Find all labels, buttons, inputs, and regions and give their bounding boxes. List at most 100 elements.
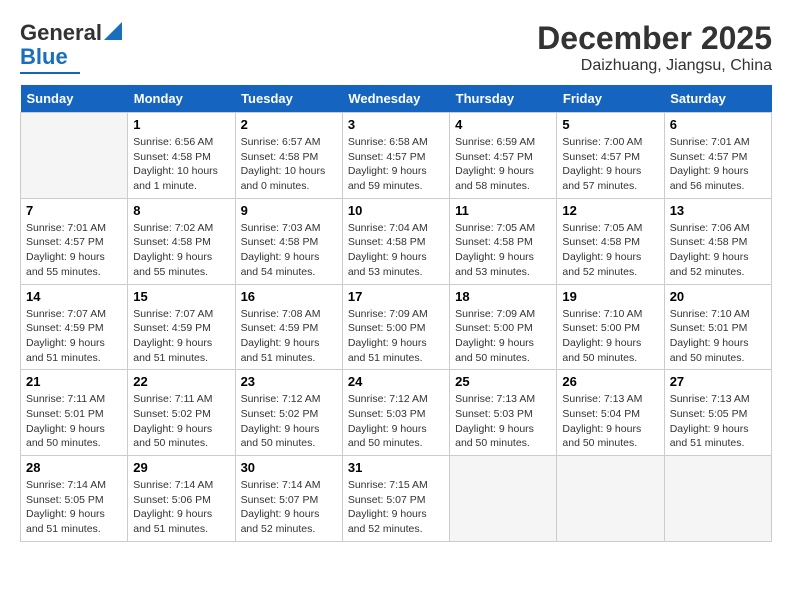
day-info: Sunrise: 7:10 AMSunset: 5:01 PMDaylight:… xyxy=(670,307,766,366)
day-info: Sunrise: 7:00 AMSunset: 4:57 PMDaylight:… xyxy=(562,135,658,194)
day-number: 29 xyxy=(133,460,229,475)
calendar-cell: 26 Sunrise: 7:13 AMSunset: 5:04 PMDayligh… xyxy=(557,370,664,456)
calendar-header-row: SundayMondayTuesdayWednesdayThursdayFrid… xyxy=(21,85,772,113)
day-number: 15 xyxy=(133,289,229,304)
day-info: Sunrise: 7:14 AMSunset: 5:07 PMDaylight:… xyxy=(241,478,337,537)
day-info: Sunrise: 6:56 AMSunset: 4:58 PMDaylight:… xyxy=(133,135,229,194)
day-info: Sunrise: 7:05 AMSunset: 4:58 PMDaylight:… xyxy=(455,221,551,280)
day-info: Sunrise: 7:06 AMSunset: 4:58 PMDaylight:… xyxy=(670,221,766,280)
logo: General Blue xyxy=(20,20,122,74)
calendar-cell: 19 Sunrise: 7:10 AMSunset: 5:00 PMDayligh… xyxy=(557,284,664,370)
calendar-cell: 20 Sunrise: 7:10 AMSunset: 5:01 PMDayligh… xyxy=(664,284,771,370)
calendar-cell: 7 Sunrise: 7:01 AMSunset: 4:57 PMDaylight… xyxy=(21,198,128,284)
calendar-cell: 4 Sunrise: 6:59 AMSunset: 4:57 PMDaylight… xyxy=(450,113,557,199)
header-saturday: Saturday xyxy=(664,85,771,113)
day-info: Sunrise: 7:07 AMSunset: 4:59 PMDaylight:… xyxy=(133,307,229,366)
day-number: 11 xyxy=(455,203,551,218)
day-info: Sunrise: 7:11 AMSunset: 5:01 PMDaylight:… xyxy=(26,392,122,451)
day-info: Sunrise: 7:07 AMSunset: 4:59 PMDaylight:… xyxy=(26,307,122,366)
calendar-cell xyxy=(21,113,128,199)
day-number: 4 xyxy=(455,117,551,132)
day-number: 26 xyxy=(562,374,658,389)
calendar-cell: 11 Sunrise: 7:05 AMSunset: 4:58 PMDayligh… xyxy=(450,198,557,284)
calendar-table: SundayMondayTuesdayWednesdayThursdayFrid… xyxy=(20,85,772,542)
day-number: 25 xyxy=(455,374,551,389)
day-number: 7 xyxy=(26,203,122,218)
day-info: Sunrise: 7:12 AMSunset: 5:03 PMDaylight:… xyxy=(348,392,444,451)
day-number: 13 xyxy=(670,203,766,218)
day-info: Sunrise: 7:13 AMSunset: 5:03 PMDaylight:… xyxy=(455,392,551,451)
calendar-cell: 28Sunrise: 7:14 AMSunset: 5:05 PMDayligh… xyxy=(21,456,128,542)
page-header: General Blue December 2025 Daizhuang, Ji… xyxy=(20,20,772,75)
calendar-cell: 29 Sunrise: 7:14 AMSunset: 5:06 PMDayligh… xyxy=(128,456,235,542)
day-info: Sunrise: 6:59 AMSunset: 4:57 PMDaylight:… xyxy=(455,135,551,194)
header-friday: Friday xyxy=(557,85,664,113)
day-number: 20 xyxy=(670,289,766,304)
day-info: Sunrise: 7:11 AMSunset: 5:02 PMDaylight:… xyxy=(133,392,229,451)
day-number: 27 xyxy=(670,374,766,389)
day-info: Sunrise: 7:14 AMSunset: 5:06 PMDaylight:… xyxy=(133,478,229,537)
day-info: Sunrise: 7:10 AMSunset: 5:00 PMDaylight:… xyxy=(562,307,658,366)
header-thursday: Thursday xyxy=(450,85,557,113)
calendar-cell: 15 Sunrise: 7:07 AMSunset: 4:59 PMDayligh… xyxy=(128,284,235,370)
day-number: 28 xyxy=(26,460,122,475)
title-block: December 2025 Daizhuang, Jiangsu, China xyxy=(537,20,772,75)
calendar-cell: 2 Sunrise: 6:57 AMSunset: 4:58 PMDaylight… xyxy=(235,113,342,199)
day-number: 6 xyxy=(670,117,766,132)
day-info: Sunrise: 7:09 AMSunset: 5:00 PMDaylight:… xyxy=(348,307,444,366)
calendar-title: December 2025 xyxy=(537,20,772,57)
header-sunday: Sunday xyxy=(21,85,128,113)
day-info: Sunrise: 7:01 AMSunset: 4:57 PMDaylight:… xyxy=(26,221,122,280)
week-row-0: 1Sunrise: 6:56 AMSunset: 4:58 PMDaylight… xyxy=(21,113,772,199)
calendar-cell: 25 Sunrise: 7:13 AMSunset: 5:03 PMDayligh… xyxy=(450,370,557,456)
day-number: 31 xyxy=(348,460,444,475)
week-row-3: 21Sunrise: 7:11 AMSunset: 5:01 PMDayligh… xyxy=(21,370,772,456)
day-number: 5 xyxy=(562,117,658,132)
calendar-cell: 1Sunrise: 6:56 AMSunset: 4:58 PMDaylight… xyxy=(128,113,235,199)
day-info: Sunrise: 7:03 AMSunset: 4:58 PMDaylight:… xyxy=(241,221,337,280)
day-number: 18 xyxy=(455,289,551,304)
calendar-cell: 10 Sunrise: 7:04 AMSunset: 4:58 PMDayligh… xyxy=(342,198,449,284)
calendar-cell: 5 Sunrise: 7:00 AMSunset: 4:57 PMDaylight… xyxy=(557,113,664,199)
day-info: Sunrise: 6:57 AMSunset: 4:58 PMDaylight:… xyxy=(241,135,337,194)
day-info: Sunrise: 7:08 AMSunset: 4:59 PMDaylight:… xyxy=(241,307,337,366)
calendar-cell: 8Sunrise: 7:02 AMSunset: 4:58 PMDaylight… xyxy=(128,198,235,284)
calendar-cell: 18 Sunrise: 7:09 AMSunset: 5:00 PMDayligh… xyxy=(450,284,557,370)
day-info: Sunrise: 7:13 AMSunset: 5:05 PMDaylight:… xyxy=(670,392,766,451)
calendar-cell: 9Sunrise: 7:03 AMSunset: 4:58 PMDaylight… xyxy=(235,198,342,284)
header-tuesday: Tuesday xyxy=(235,85,342,113)
day-number: 2 xyxy=(241,117,337,132)
header-wednesday: Wednesday xyxy=(342,85,449,113)
day-number: 24 xyxy=(348,374,444,389)
calendar-cell: 13 Sunrise: 7:06 AMSunset: 4:58 PMDayligh… xyxy=(664,198,771,284)
calendar-cell: 3Sunrise: 6:58 AMSunset: 4:57 PMDaylight… xyxy=(342,113,449,199)
day-number: 19 xyxy=(562,289,658,304)
calendar-cell: 24 Sunrise: 7:12 AMSunset: 5:03 PMDayligh… xyxy=(342,370,449,456)
week-row-2: 14 Sunrise: 7:07 AMSunset: 4:59 PMDayligh… xyxy=(21,284,772,370)
logo-general: General xyxy=(20,20,102,46)
calendar-cell: 16 Sunrise: 7:08 AMSunset: 4:59 PMDayligh… xyxy=(235,284,342,370)
calendar-cell: 23Sunrise: 7:12 AMSunset: 5:02 PMDayligh… xyxy=(235,370,342,456)
day-info: Sunrise: 7:05 AMSunset: 4:58 PMDaylight:… xyxy=(562,221,658,280)
week-row-4: 28Sunrise: 7:14 AMSunset: 5:05 PMDayligh… xyxy=(21,456,772,542)
day-number: 22 xyxy=(133,374,229,389)
day-number: 10 xyxy=(348,203,444,218)
day-number: 14 xyxy=(26,289,122,304)
week-row-1: 7 Sunrise: 7:01 AMSunset: 4:57 PMDaylight… xyxy=(21,198,772,284)
calendar-cell: 30Sunrise: 7:14 AMSunset: 5:07 PMDayligh… xyxy=(235,456,342,542)
day-number: 16 xyxy=(241,289,337,304)
logo-icon xyxy=(104,22,122,40)
calendar-cell: 14 Sunrise: 7:07 AMSunset: 4:59 PMDayligh… xyxy=(21,284,128,370)
day-info: Sunrise: 7:15 AMSunset: 5:07 PMDaylight:… xyxy=(348,478,444,537)
calendar-cell: 12Sunrise: 7:05 AMSunset: 4:58 PMDayligh… xyxy=(557,198,664,284)
day-number: 3 xyxy=(348,117,444,132)
logo-blue: Blue xyxy=(20,44,68,69)
calendar-subtitle: Daizhuang, Jiangsu, China xyxy=(537,57,772,75)
day-info: Sunrise: 7:09 AMSunset: 5:00 PMDaylight:… xyxy=(455,307,551,366)
calendar-cell: 22 Sunrise: 7:11 AMSunset: 5:02 PMDayligh… xyxy=(128,370,235,456)
header-monday: Monday xyxy=(128,85,235,113)
day-info: Sunrise: 7:13 AMSunset: 5:04 PMDaylight:… xyxy=(562,392,658,451)
day-info: Sunrise: 7:04 AMSunset: 4:58 PMDaylight:… xyxy=(348,221,444,280)
calendar-cell xyxy=(557,456,664,542)
day-info: Sunrise: 7:12 AMSunset: 5:02 PMDaylight:… xyxy=(241,392,337,451)
